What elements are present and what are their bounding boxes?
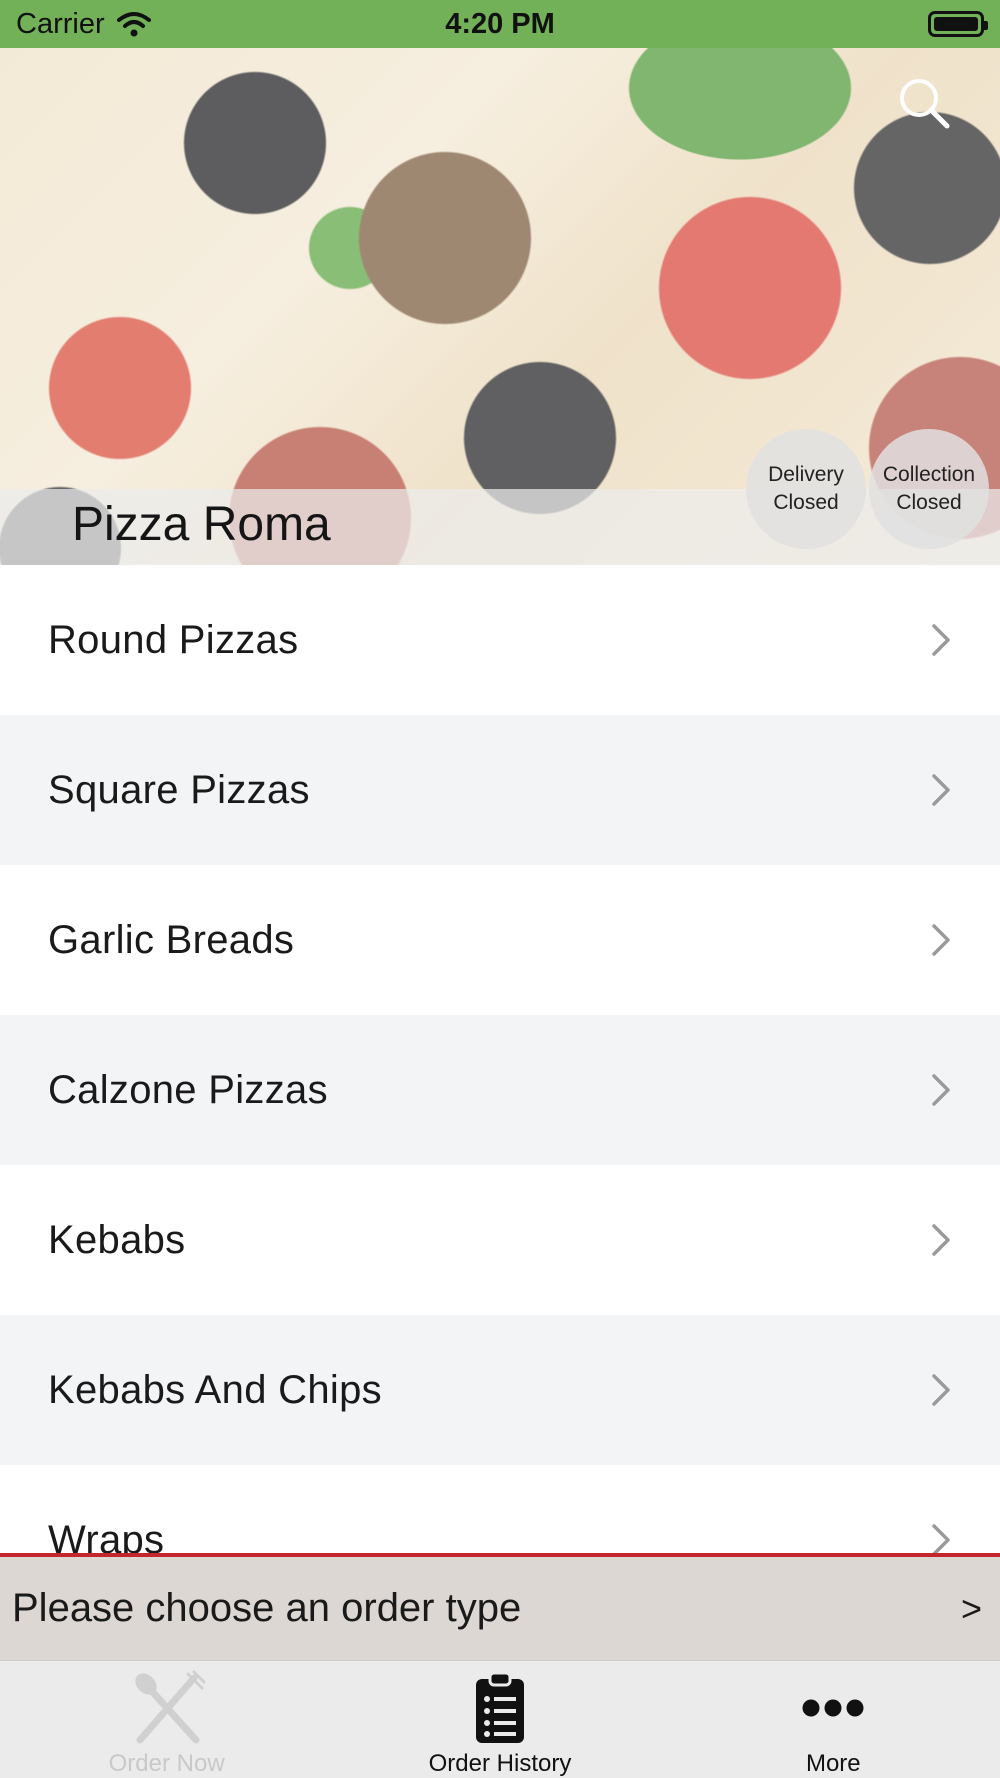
collection-label: Collection	[882, 463, 976, 486]
status-bar: Carrier 4:20 PM	[0, 0, 1000, 48]
battery-level	[934, 17, 978, 31]
chevron-right-icon	[932, 624, 950, 656]
collection-status-badge: Collection Closed	[869, 429, 989, 549]
search-icon[interactable]	[896, 75, 952, 131]
category-label: Garlic Breads	[48, 917, 295, 962]
wifi-icon	[116, 12, 151, 37]
tab-label: More	[805, 1750, 861, 1777]
category-row-calzone-pizzas[interactable]: Calzone Pizzas	[0, 1015, 1000, 1165]
category-label: Round Pizzas	[48, 617, 299, 662]
menu-category-list: Round Pizzas Square Pizzas Garlic Breads…	[0, 565, 1000, 1615]
delivery-status-badge: Delivery Closed	[746, 429, 866, 549]
category-row-kebabs[interactable]: Kebabs	[0, 1165, 1000, 1315]
category-row-square-pizzas[interactable]: Square Pizzas	[0, 715, 1000, 865]
category-label: Square Pizzas	[48, 767, 310, 812]
restaurant-name: Pizza Roma	[72, 498, 331, 551]
category-row-garlic-breads[interactable]: Garlic Breads	[0, 865, 1000, 1015]
order-type-arrow: >	[960, 1587, 982, 1629]
app-screen: Carrier 4:20 PM Pizza Roma Delivery Clos…	[0, 0, 1000, 1778]
chevron-right-icon	[932, 774, 950, 806]
category-label: Calzone Pizzas	[48, 1067, 328, 1112]
order-type-prompt: Please choose an order type	[12, 1586, 522, 1630]
tab-order-now[interactable]: Order Now	[0, 1661, 333, 1778]
collection-state: Closed	[896, 491, 962, 514]
tab-more[interactable]: More	[667, 1661, 1000, 1778]
clipboard-list-icon	[459, 1669, 541, 1746]
category-row-round-pizzas[interactable]: Round Pizzas	[0, 565, 1000, 715]
delivery-label: Delivery	[768, 463, 844, 486]
hero-banner-image: Pizza Roma Delivery Closed Collection Cl…	[0, 48, 1000, 565]
battery-icon	[928, 11, 988, 37]
more-dots-icon	[792, 1669, 874, 1746]
tab-label: Order History	[428, 1750, 572, 1777]
delivery-state: Closed	[773, 491, 839, 514]
chevron-right-icon	[932, 924, 950, 956]
chevron-right-icon	[932, 1374, 950, 1406]
fork-knife-icon	[126, 1669, 208, 1746]
category-label: Kebabs And Chips	[48, 1367, 382, 1412]
category-label: Kebabs	[48, 1217, 186, 1262]
carrier-label: Carrier	[16, 7, 105, 40]
chevron-right-icon	[932, 1074, 950, 1106]
category-row-kebabs-and-chips[interactable]: Kebabs And Chips	[0, 1315, 1000, 1465]
tab-order-history[interactable]: Order History	[333, 1661, 666, 1778]
choose-order-type-button[interactable]: Please choose an order type >	[0, 1553, 1000, 1660]
bottom-tab-bar: Order Now Order History More	[0, 1660, 1000, 1778]
chevron-right-icon	[932, 1224, 950, 1256]
tab-label: Order Now	[108, 1750, 225, 1777]
chevron-right-icon	[932, 1524, 950, 1556]
status-left: Carrier	[16, 8, 151, 41]
